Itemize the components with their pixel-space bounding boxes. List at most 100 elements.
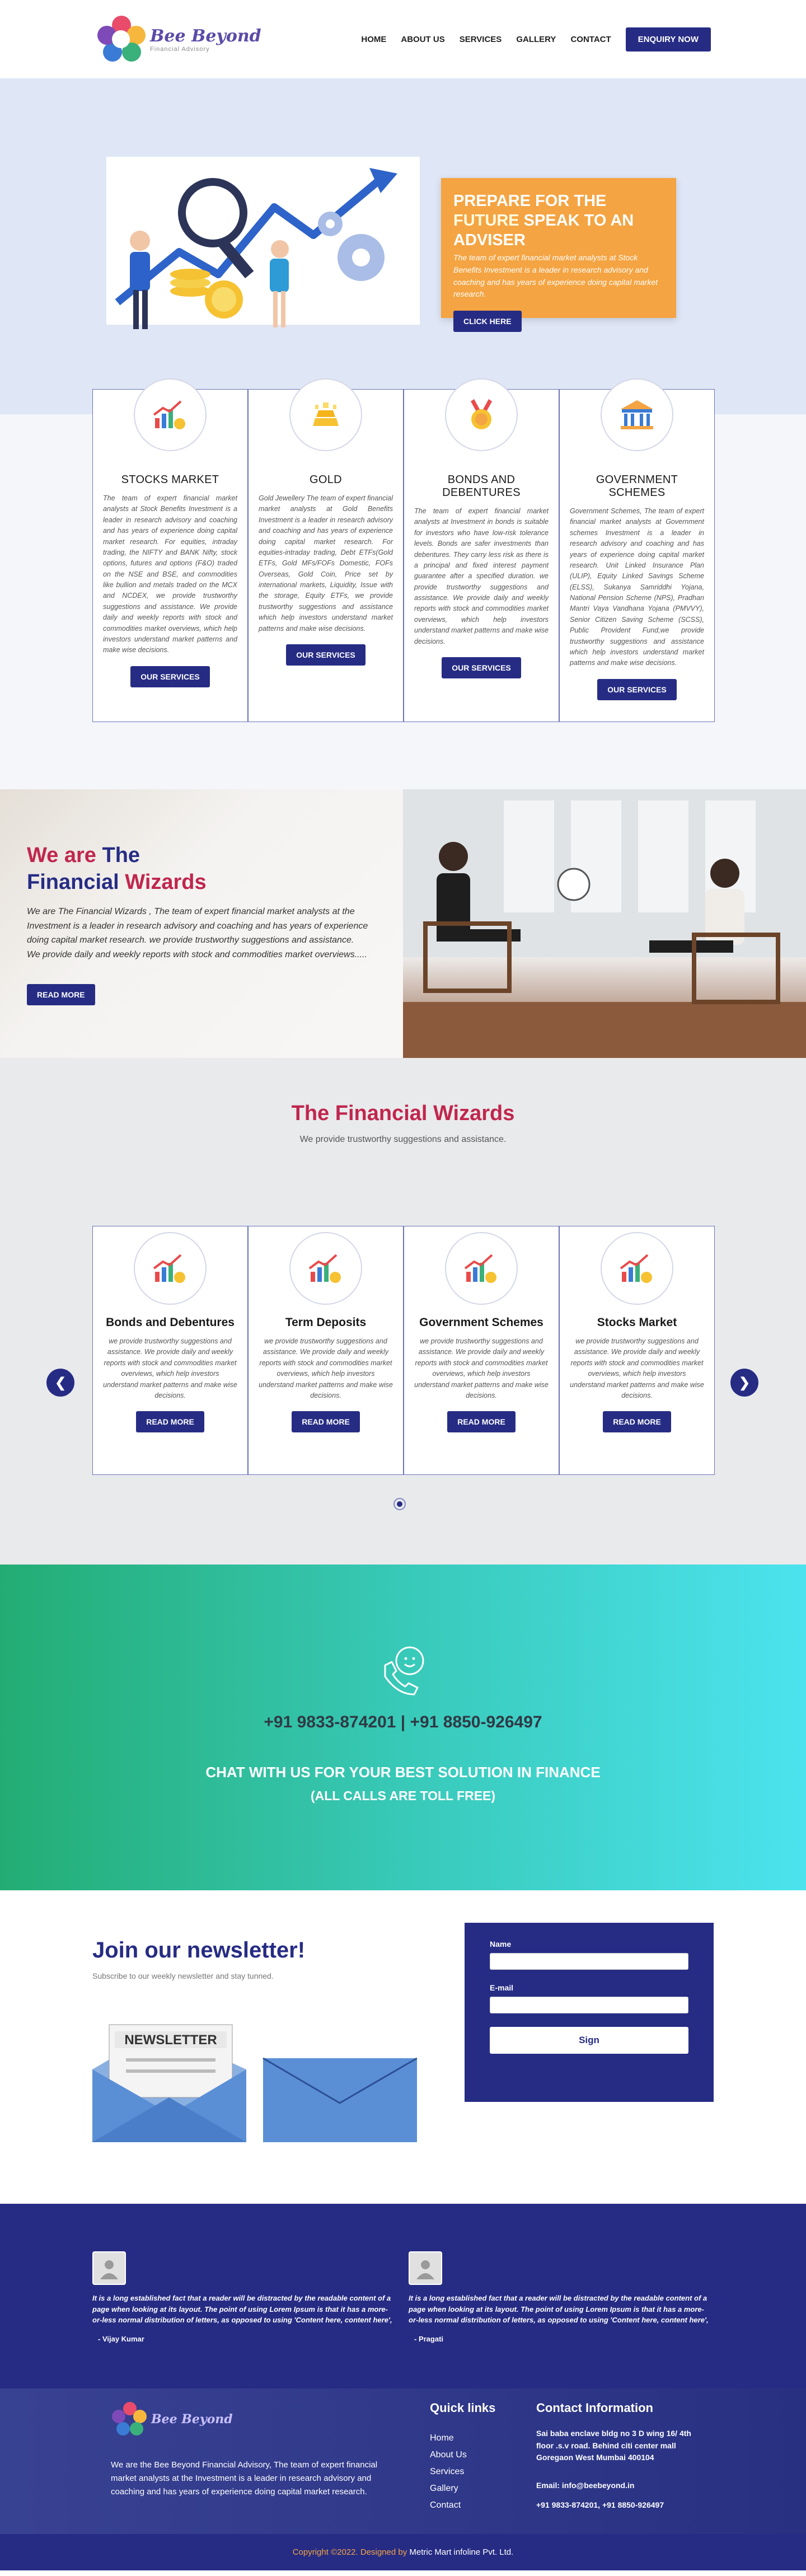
testimonial-item: It is a long established fact that a rea…: [409, 2251, 714, 2343]
avatar-icon: [92, 2251, 126, 2285]
growth-chart-icon: [134, 1232, 207, 1305]
growth-chart-icon: [601, 1232, 673, 1305]
consultation-photo: [403, 789, 806, 1058]
email-label: E-mail: [490, 1983, 514, 1992]
growth-chart-icon: [134, 378, 207, 451]
our-services-button[interactable]: OUR SERVICES: [286, 644, 365, 666]
testimonials-section: It is a long established fact that a rea…: [0, 2204, 806, 2388]
wizard-card-term-deposits: Term Deposits we provide trustworthy sug…: [248, 1226, 404, 1475]
hero-subtitle: The team of expert financial market anal…: [453, 253, 658, 299]
about-text-panel: We are The Financial Wizards We are The …: [0, 789, 403, 1058]
logo-name: Bee Beyond: [150, 26, 261, 46]
carousel-dot[interactable]: [393, 1498, 406, 1510]
service-title: GOLD: [310, 474, 342, 486]
footer-link-contact[interactable]: Contact: [430, 2500, 467, 2511]
our-services-button[interactable]: OUR SERVICES: [442, 657, 521, 678]
service-text: Gold Jewellery The team of expert financ…: [259, 494, 393, 633]
copyright-text: Copyright ©2022. Designed by: [292, 2547, 410, 2557]
newsletter-image-label: NEWSLETTER: [124, 2032, 217, 2048]
newsletter-envelope-illustration: NEWSLETTER: [92, 2024, 417, 2142]
about-read-more-button[interactable]: READ MORE: [27, 984, 95, 1006]
footer: Bee Beyond We are the Bee Beyond Financi…: [0, 2388, 806, 2534]
sign-button[interactable]: Sign: [490, 2027, 688, 2054]
logo-tagline: Financial Advisory: [150, 45, 210, 53]
hero-title: PREPARE FOR THE FUTURE SPEAK TO AN ADVIS…: [453, 192, 634, 249]
testimonial-author: - Pragati: [414, 2334, 444, 2343]
site-logo[interactable]: Bee Beyond Financial Advisory: [95, 13, 261, 65]
wizard-read-more-button[interactable]: READ MORE: [447, 1411, 516, 1433]
nav-contact[interactable]: CONTACT: [570, 35, 611, 44]
wizard-read-more-button[interactable]: READ MORE: [136, 1411, 204, 1433]
contact-info-title: Contact Information: [536, 2401, 653, 2415]
logo-flower-icon: [95, 13, 147, 65]
wizard-card-title: Stocks Market: [597, 1316, 677, 1329]
hero-callout: PREPARE FOR THE FUTURE SPEAK TO AN ADVIS…: [441, 178, 676, 332]
copyright-bar: Copyright ©2022. Designed by Metric Mart…: [0, 2534, 806, 2570]
newsletter-title: Join our newsletter!: [92, 1938, 306, 1963]
our-services-button[interactable]: OUR SERVICES: [130, 666, 210, 687]
designer-link[interactable]: Metric Mart infoline Pvt. Ltd.: [409, 2547, 513, 2557]
hero-illustration: [106, 157, 420, 329]
wizard-card-government: Government Schemes we provide trustworth…: [404, 1226, 559, 1475]
main-menu: HOME ABOUT US SERVICES GALLERY CONTACT E…: [361, 27, 711, 51]
wizard-card-text: we provide trustworthy suggestions and a…: [103, 1337, 237, 1399]
testimonial-item: It is a long established fact that a rea…: [92, 2251, 397, 2343]
our-services-button[interactable]: OUR SERVICES: [597, 678, 677, 700]
service-title: STOCKS MARKET: [121, 474, 219, 486]
about-section: We are The Financial Wizards We are The …: [0, 789, 806, 1058]
wizard-read-more-button[interactable]: READ MORE: [292, 1411, 360, 1433]
logo-flower-icon: [111, 2401, 148, 2438]
about-title: We are The Financial Wizards: [27, 844, 207, 894]
government-building-icon: [601, 378, 673, 451]
about-text: We are The Financial Wizards , The team …: [27, 907, 368, 959]
wizard-card-stocks: Stocks Market we provide trustworthy sug…: [559, 1226, 715, 1475]
click-here-button[interactable]: CLICK HERE: [453, 311, 522, 332]
service-text: The team of expert financial market anal…: [414, 507, 549, 645]
wizard-card-title: Government Schemes: [419, 1316, 543, 1329]
footer-link-gallery[interactable]: Gallery: [430, 2484, 467, 2494]
name-label: Name: [490, 1940, 512, 1949]
chat-phone-numbers[interactable]: +91 9833-874201 | +91 8850-926497: [0, 1713, 806, 1732]
wizards-section: The Financial Wizards We provide trustwo…: [0, 1058, 806, 1565]
testimonial-author: - Vijay Kumar: [98, 2334, 144, 2343]
footer-link-home[interactable]: Home: [430, 2433, 467, 2443]
service-text: The team of expert financial market anal…: [103, 494, 237, 654]
newsletter-form: Name E-mail Sign: [465, 1923, 714, 2102]
carousel-prev-icon[interactable]: ❮: [46, 1369, 74, 1397]
nav-gallery[interactable]: GALLERY: [516, 35, 556, 44]
chat-toll-free: (ALL CALLS ARE TOLL FREE): [310, 1788, 496, 1803]
services-section: STOCKS MARKET The team of expert financi…: [0, 378, 806, 789]
footer-link-about[interactable]: About Us: [430, 2450, 467, 2460]
wizard-card-text: we provide trustworthy suggestions and a…: [414, 1337, 549, 1399]
email-input[interactable]: [490, 1997, 688, 2013]
carousel-next-icon[interactable]: ❯: [730, 1369, 758, 1397]
footer-logo-name: Bee Beyond: [151, 2412, 233, 2427]
phone-chat-icon: [384, 1646, 424, 1696]
footer-phone[interactable]: +91 9833-874201, +91 8850-926497: [536, 2500, 664, 2509]
testimonial-text: It is a long established fact that a rea…: [92, 2294, 392, 2324]
avatar-icon: [409, 2251, 442, 2285]
wizards-subtitle: We provide trustworthy suggestions and a…: [299, 1135, 507, 1144]
footer-link-services[interactable]: Services: [430, 2467, 467, 2477]
wizard-card-bonds: Bonds and Debentures we provide trustwor…: [92, 1226, 248, 1475]
footer-address: Sai baba enclave bldg no 3 D wing 16/ 4t…: [536, 2429, 691, 2462]
chat-section: +91 9833-874201 | +91 8850-926497 CHAT W…: [0, 1565, 806, 1890]
growth-chart-icon: [445, 1232, 518, 1305]
wizard-card-text: we provide trustworthy suggestions and a…: [570, 1337, 704, 1399]
nav-about-us[interactable]: ABOUT US: [401, 35, 444, 44]
newsletter-section: Join our newsletter! Subscribe to our we…: [0, 1890, 806, 2204]
nav-home[interactable]: HOME: [361, 35, 386, 44]
chat-headline: CHAT WITH US FOR YOUR BEST SOLUTION IN F…: [205, 1764, 601, 1781]
footer-email[interactable]: Email: info@beebeyond.in: [536, 2481, 634, 2490]
footer-logo[interactable]: Bee Beyond: [111, 2401, 233, 2438]
nav-services[interactable]: SERVICES: [460, 35, 502, 44]
service-card-gold: GOLD Gold Jewellery The team of expert f…: [248, 378, 404, 722]
name-input[interactable]: [490, 1953, 688, 1970]
footer-about: We are the Bee Beyond Financial Advisory…: [111, 2460, 378, 2497]
enquiry-now-button[interactable]: ENQUIRY NOW: [625, 27, 711, 51]
service-card-government: GOVERNMENT SCHEMES Government Schemes, T…: [559, 378, 715, 722]
wizard-read-more-button[interactable]: READ MORE: [603, 1411, 671, 1433]
service-text: Government Schemes, The team of expert f…: [570, 507, 704, 667]
hero-section: PREPARE FOR THE FUTURE SPEAK TO AN ADVIS…: [0, 78, 806, 414]
service-title: GOVERNMENT SCHEMES: [596, 474, 678, 499]
